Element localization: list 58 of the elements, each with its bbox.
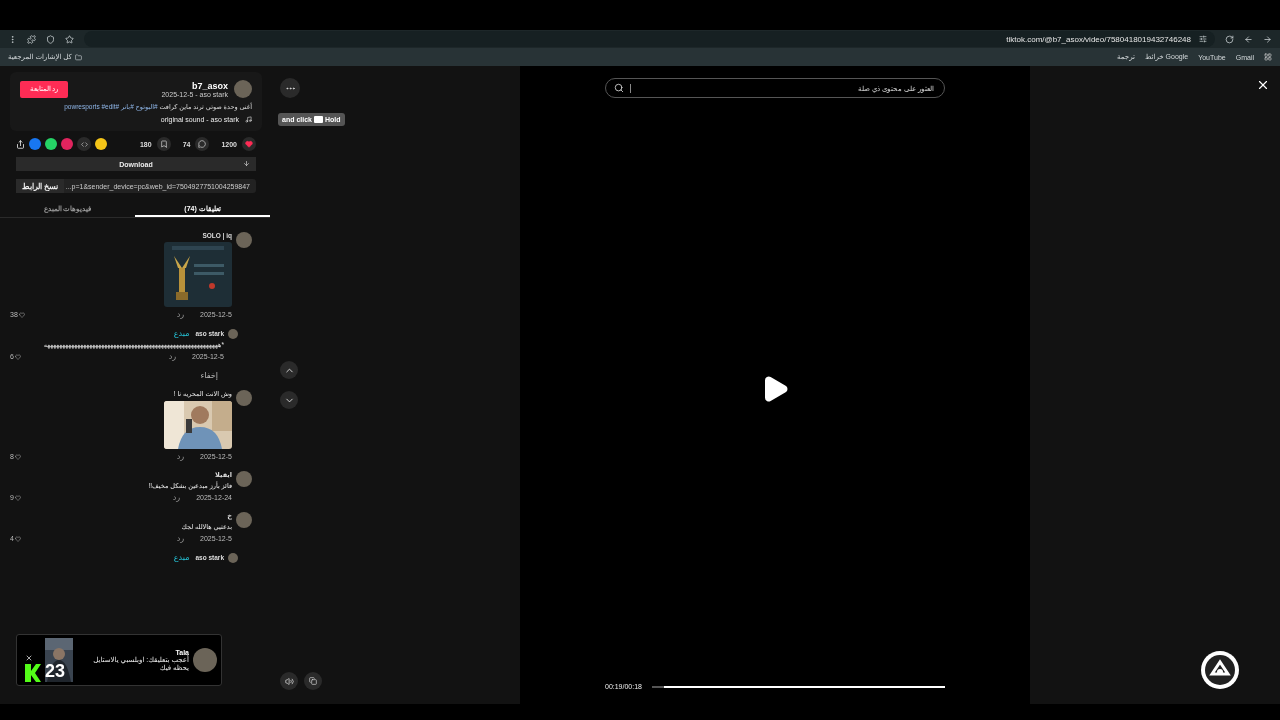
save-button[interactable] (156, 137, 171, 151)
copy-link-button[interactable]: نسخ الرابط (16, 179, 65, 193)
author-name: b7_asox (191, 80, 228, 91)
bookmark-star-icon[interactable] (65, 34, 74, 44)
picture-in-picture-button[interactable] (304, 672, 322, 690)
heart-icon[interactable] (14, 453, 21, 460)
embed-icon[interactable] (77, 137, 91, 151)
shield-icon[interactable] (46, 34, 55, 44)
commenter-avatar[interactable] (236, 512, 252, 528)
heart-icon[interactable] (18, 311, 25, 318)
comment-icon (198, 140, 207, 148)
author-avatar[interactable] (234, 80, 252, 98)
share-icon[interactable] (16, 139, 25, 149)
folder-icon (74, 53, 82, 61)
commenter-avatar[interactable] (236, 232, 252, 248)
previous-video-button[interactable] (280, 361, 298, 379)
apps-icon[interactable] (1264, 53, 1272, 61)
heart-icon (245, 140, 253, 148)
arrow-down-icon (243, 160, 250, 167)
reply-link[interactable]: رد (168, 352, 177, 361)
bookmark-icon (159, 140, 168, 148)
puzzle-icon[interactable] (27, 34, 36, 44)
reply-link[interactable]: رد (176, 534, 185, 543)
url-text: tiktok.com/@b7_asox/video/7580418019432746248 (1006, 34, 1191, 44)
heart-icon[interactable] (14, 535, 21, 542)
reply-link[interactable]: رد (172, 493, 181, 502)
like-button[interactable] (242, 137, 256, 151)
heart-icon[interactable] (14, 353, 21, 360)
reply-link[interactable]: رد (176, 452, 185, 461)
commenter-avatar[interactable] (228, 553, 238, 563)
back-icon[interactable] (1244, 34, 1253, 44)
creator-label: مبدع (173, 553, 190, 562)
heart-icon[interactable] (14, 494, 21, 501)
hide-replies-link[interactable]: إخفاء (200, 371, 218, 380)
close-icon[interactable] (25, 654, 33, 662)
forward-icon[interactable] (1263, 34, 1272, 44)
k-logo-icon (25, 664, 41, 682)
speaker-icon (284, 676, 294, 686)
volume-button[interactable] (280, 672, 298, 690)
next-video-button[interactable] (280, 391, 298, 409)
commenter-avatar[interactable] (236, 471, 252, 487)
comment-button[interactable] (195, 137, 210, 151)
music-note-icon (245, 116, 252, 123)
count-number: 23 (45, 661, 66, 682)
reload-icon[interactable] (1225, 34, 1234, 44)
app-logo-icon[interactable] (1200, 650, 1240, 690)
commenter-avatar[interactable] (236, 390, 252, 406)
copy-icon (309, 677, 317, 685)
close-icon (1256, 78, 1270, 92)
address-bar[interactable]: tiktok.com/@b7_asox/video/7580418019432746248 (84, 31, 1215, 47)
creator-label: مبدع (173, 329, 190, 338)
commenter-avatar[interactable] (228, 329, 238, 339)
notifier-avatar (193, 648, 217, 672)
search-icon (614, 83, 624, 93)
more-button[interactable] (280, 78, 300, 98)
reply-link[interactable]: رد (176, 310, 185, 319)
site-settings-icon[interactable] (1199, 35, 1207, 43)
menu-icon[interactable] (8, 34, 17, 44)
